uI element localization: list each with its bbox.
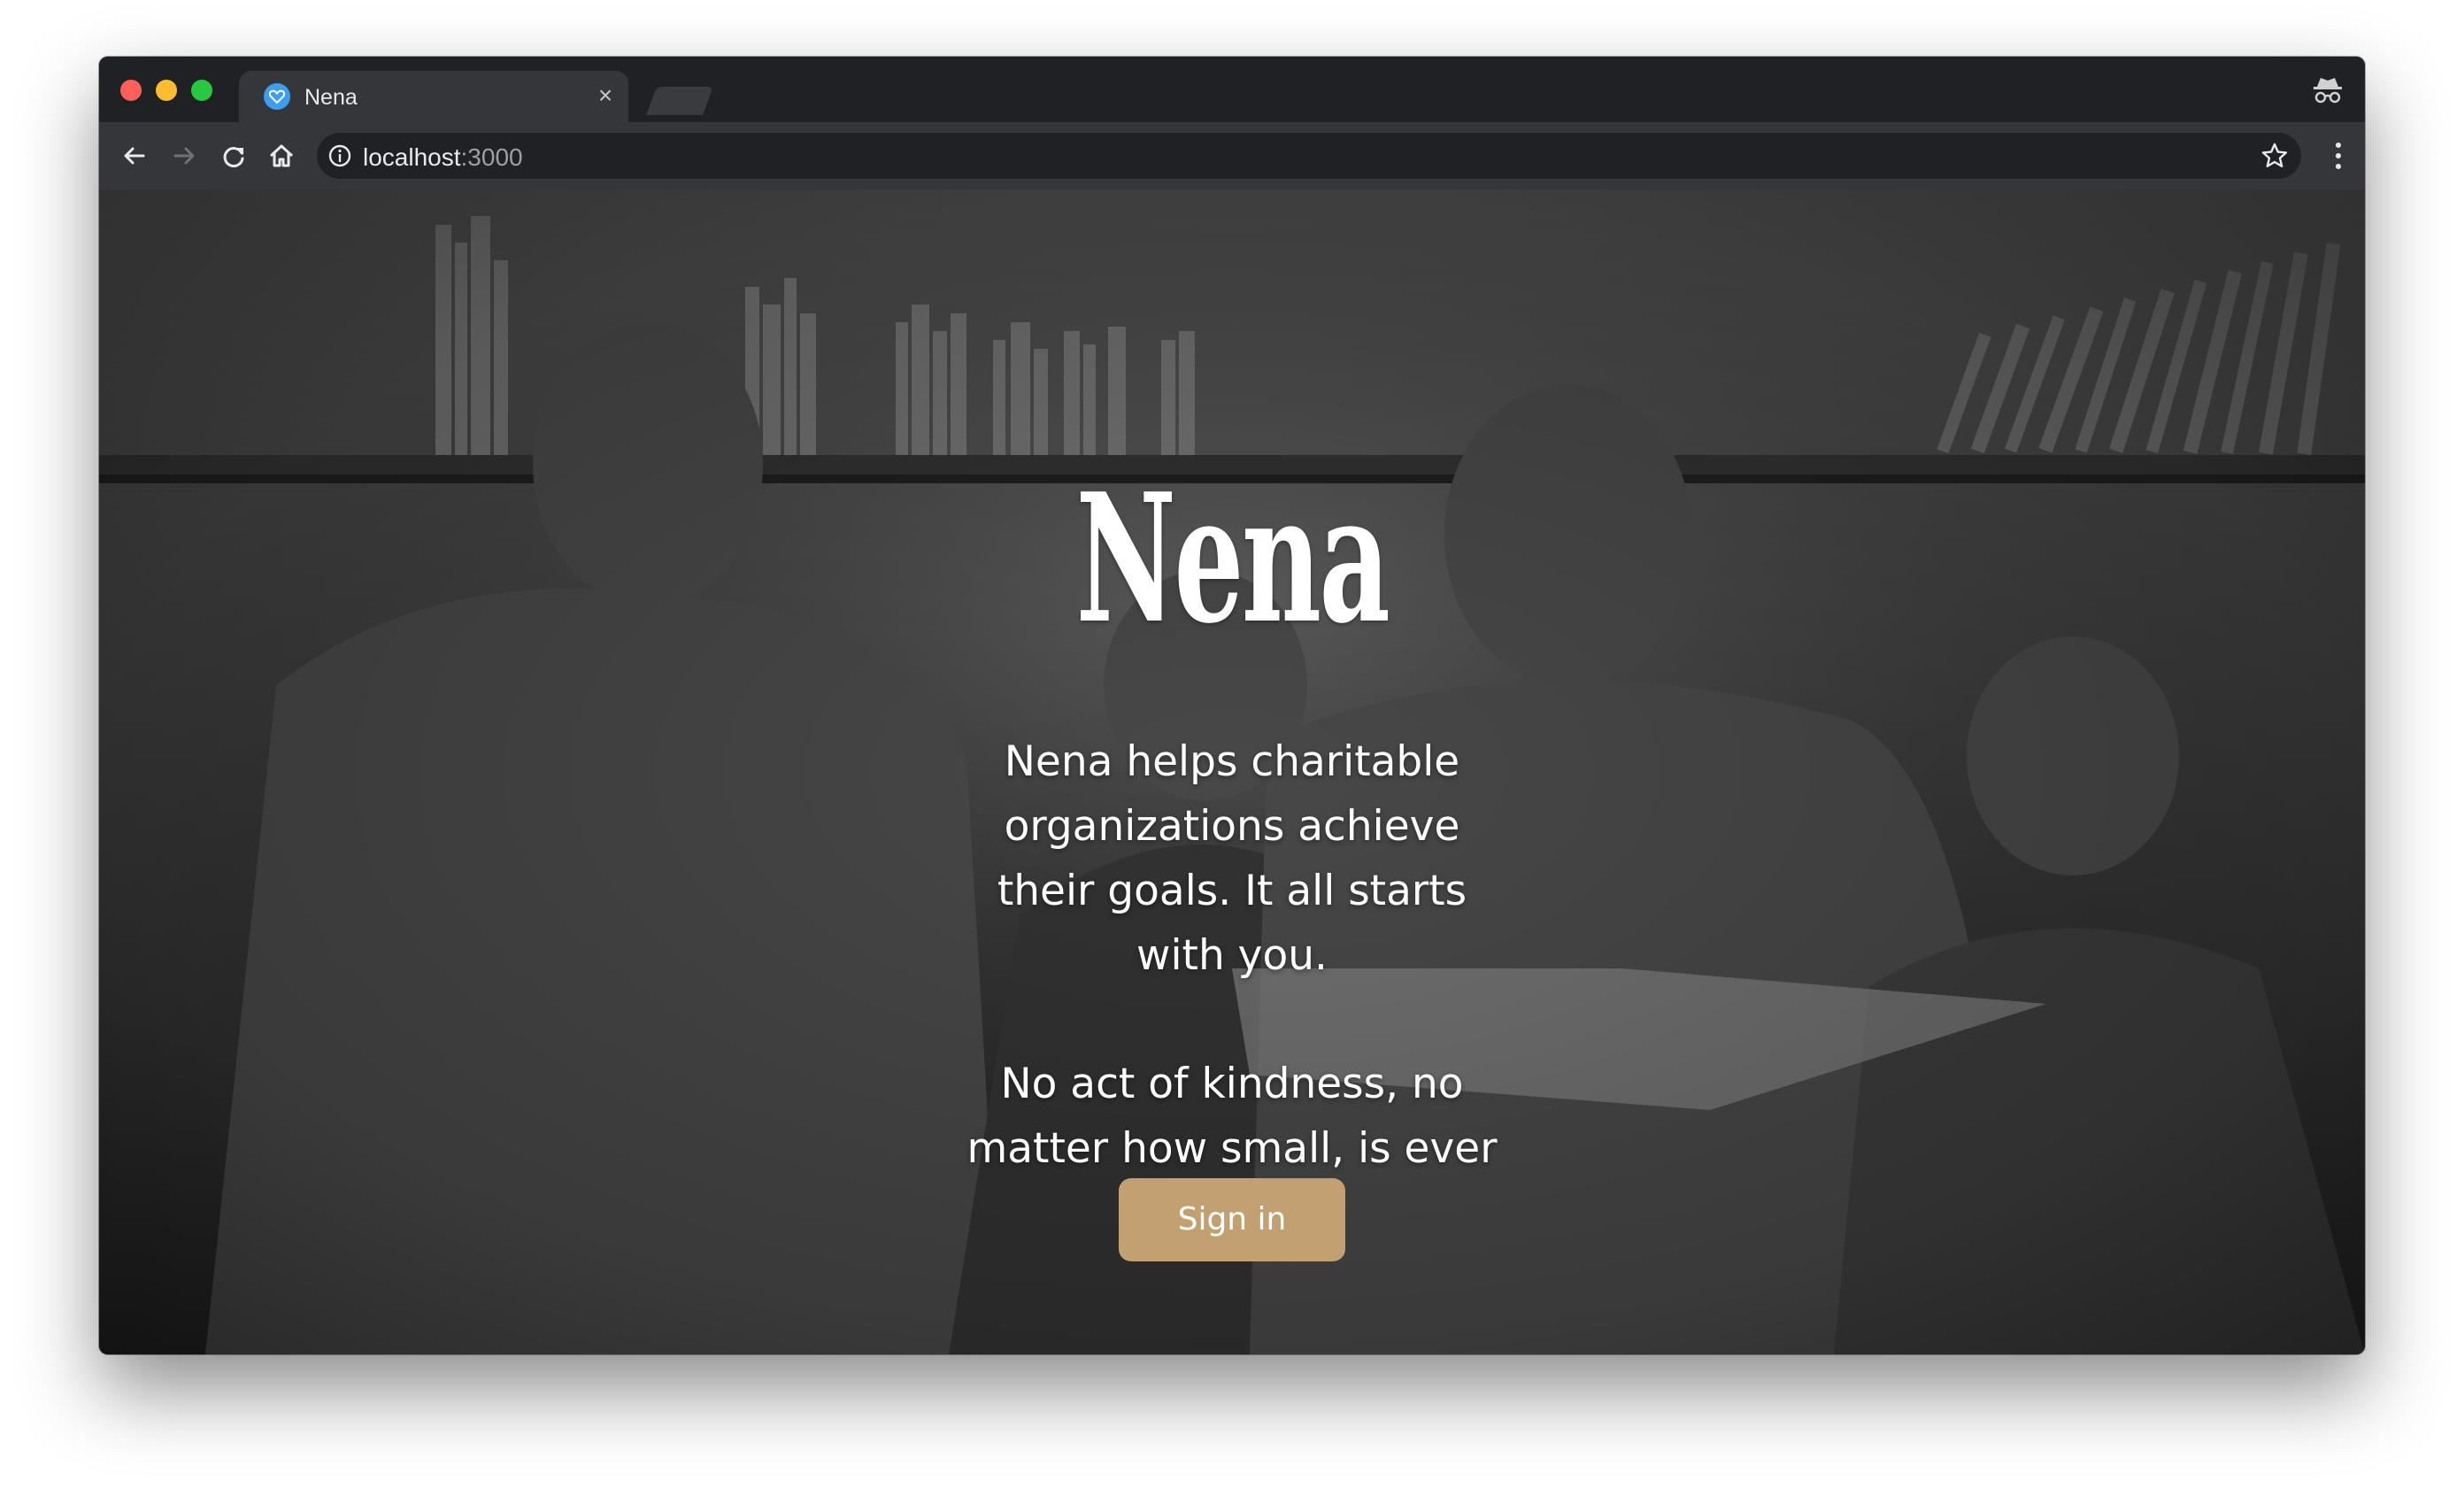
tab-strip: Nena × (99, 57, 2365, 122)
browser-window: Nena × localhost:3000 Nena Nena helps ch… (99, 57, 2365, 1354)
address-bar[interactable]: localhost:3000 (317, 133, 2301, 179)
heart-icon-shape (269, 89, 285, 104)
url-text: localhost:3000 (363, 143, 523, 172)
zoom-window-button[interactable] (191, 80, 212, 101)
star-icon[interactable] (2260, 142, 2289, 170)
tagline-mission: Nena helps charitable organizations achi… (997, 737, 1467, 980)
url-port: :3000 (460, 143, 523, 171)
home-icon[interactable] (264, 138, 299, 174)
reload-icon[interactable] (216, 138, 251, 174)
nena-logo: Nena (1075, 455, 1390, 663)
sign-in-button[interactable]: Sign in (1119, 1178, 1345, 1261)
incognito-icon[interactable] (2310, 73, 2345, 108)
close-tab-icon[interactable]: × (591, 81, 620, 110)
tab-nena[interactable]: Nena × (239, 71, 628, 122)
url-host: localhost (363, 143, 461, 171)
hero-tagline: Nena helps charitable organizations achi… (966, 729, 1498, 1245)
menu-dots-icon[interactable] (2333, 140, 2344, 172)
back-arrow-icon[interactable] (117, 138, 152, 174)
forward-arrow-icon[interactable] (166, 138, 202, 174)
close-window-button[interactable] (120, 80, 142, 101)
tab-title: Nena (304, 85, 358, 110)
screenshot-stage: Nena × localhost:3000 Nena Nena helps ch… (0, 0, 2464, 1496)
heart-icon (264, 83, 290, 110)
browser-toolbar: localhost:3000 (99, 122, 2365, 190)
page-viewport: Nena Nena helps charitable organizations… (99, 189, 2365, 1354)
info-icon[interactable] (327, 143, 352, 168)
new-tab-button[interactable] (646, 87, 713, 115)
hero-section: Nena Nena helps charitable organizations… (99, 189, 2365, 1354)
minimize-window-button[interactable] (156, 80, 177, 101)
